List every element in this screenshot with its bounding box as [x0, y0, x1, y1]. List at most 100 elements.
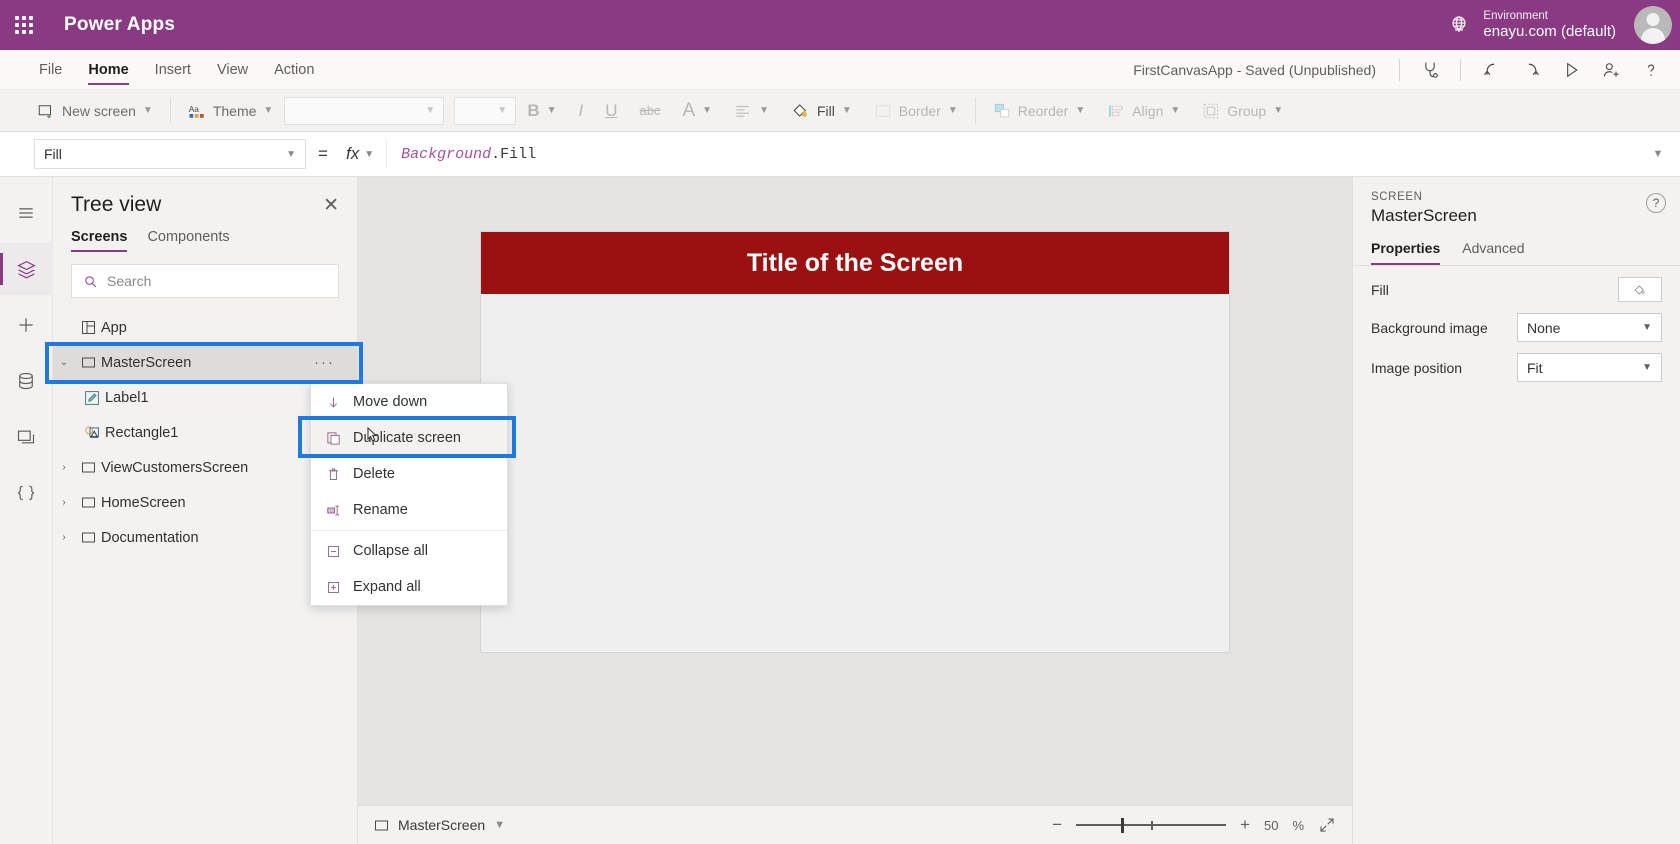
property-label: Image position [1371, 359, 1463, 376]
font-size-select[interactable]: ▼ [454, 96, 517, 125]
context-item-duplicate-screen[interactable]: Duplicate screen [311, 420, 507, 456]
variables-icon[interactable] [0, 467, 53, 519]
bold-button[interactable]: B ▼ [516, 96, 567, 126]
align-group-label: Align [1132, 102, 1164, 119]
search-placeholder: Search [107, 273, 152, 289]
row-more-options-icon[interactable]: ··· [314, 354, 335, 371]
group-button[interactable]: Group ▼ [1191, 96, 1294, 126]
tree-row-masterscreen[interactable]: ⌄ MasterScreen ··· [53, 345, 357, 380]
chevron-down-icon: ▼ [1170, 105, 1181, 116]
menu-bar: File Home Insert View Action FirstCanvas… [0, 50, 1680, 90]
help-icon[interactable]: ? [1646, 193, 1666, 213]
trash-icon [325, 467, 342, 482]
menu-items: File Home Insert View Action [0, 50, 327, 89]
twisty-collapsed-icon[interactable]: › [53, 497, 75, 508]
context-item-delete[interactable]: Delete [311, 456, 507, 492]
app-launcher-icon[interactable] [0, 0, 48, 50]
underline-button[interactable]: U [594, 96, 628, 126]
twisty-collapsed-icon[interactable]: › [53, 532, 75, 543]
align-button[interactable]: ▼ [723, 96, 780, 126]
new-screen-button[interactable]: New screen ▼ [26, 96, 164, 126]
theme-label: Theme [212, 102, 257, 119]
environment-value: enayu.com (default) [1483, 22, 1616, 40]
tab-components[interactable]: Components [147, 223, 229, 254]
menu-item-file[interactable]: File [26, 50, 75, 89]
screen-icon [375, 820, 388, 830]
bold-label: B [527, 100, 540, 120]
tab-advanced[interactable]: Advanced [1462, 240, 1524, 265]
context-item-label: Duplicate screen [353, 430, 461, 446]
tree-row-label: MasterScreen [101, 354, 192, 371]
font-color-button[interactable]: A ▼ [671, 96, 723, 126]
screen-icon [75, 531, 101, 544]
tree-row-label: ViewCustomersScreen [101, 459, 249, 476]
chevron-down-icon[interactable]: ▼ [494, 819, 505, 831]
panel-kicker: SCREEN [1371, 191, 1423, 203]
close-icon[interactable]: ✕ [323, 196, 339, 215]
formula-expand-icon[interactable]: ▼ [1644, 148, 1672, 160]
image-position-select[interactable]: Fit ▼ [1517, 353, 1662, 382]
menu-item-home[interactable]: Home [75, 50, 141, 89]
zoom-in-button[interactable]: + [1240, 815, 1250, 835]
screen-context-menu: Move down Duplicate screen Delete Rename… [310, 383, 508, 606]
context-item-expand-all[interactable]: Expand all [311, 569, 507, 605]
zoom-thumb[interactable] [1121, 817, 1125, 833]
preview-icon[interactable] [1552, 55, 1590, 85]
hamburger-icon[interactable] [0, 187, 53, 239]
fill-button[interactable]: Fill ▼ [780, 96, 863, 126]
underline-label: U [605, 100, 618, 120]
avatar[interactable] [1634, 6, 1672, 44]
context-item-rename[interactable]: Rename [311, 492, 507, 528]
tab-screens[interactable]: Screens [71, 223, 128, 254]
fill-color-button[interactable] [1618, 277, 1662, 302]
share-icon[interactable] [1592, 55, 1630, 85]
twisty-collapsed-icon[interactable]: › [53, 462, 75, 473]
menu-item-view[interactable]: View [204, 50, 261, 89]
brand-title: Power Apps [64, 14, 176, 35]
chevron-down-icon: ▼ [759, 105, 769, 116]
context-item-collapse-all[interactable]: Collapse all [311, 533, 507, 569]
redo-icon[interactable] [1512, 55, 1550, 85]
undo-icon[interactable] [1472, 55, 1510, 85]
theme-button[interactable]: Aa Theme ▼ [177, 96, 284, 126]
chevron-down-icon: ▼ [947, 105, 958, 116]
menu-item-action[interactable]: Action [261, 50, 327, 89]
insert-icon[interactable] [0, 299, 53, 351]
media-icon[interactable] [0, 411, 53, 463]
fill-bucket-icon [1634, 284, 1645, 295]
search-input[interactable]: Search [71, 264, 339, 298]
screen-selector[interactable]: MasterScreen ▼ [374, 817, 505, 833]
tab-properties[interactable]: Properties [1371, 240, 1441, 265]
background-image-select[interactable]: None ▼ [1517, 313, 1662, 342]
chevron-down-icon: ▼ [286, 148, 296, 160]
border-button[interactable]: Border ▼ [863, 96, 969, 126]
app-checker-icon[interactable] [1411, 55, 1449, 85]
zoom-slider[interactable] [1076, 817, 1227, 833]
context-item-move-down[interactable]: Move down [311, 384, 507, 420]
data-icon[interactable] [0, 355, 53, 407]
strikethrough-button[interactable]: abc [629, 96, 672, 126]
tree-view-icon[interactable] [0, 243, 53, 295]
environment-selector[interactable]: Environment enayu.com (default) [1447, 10, 1616, 40]
formula-bar: Fill ▼ = fx ▼ Background .Fill ▼ [0, 132, 1680, 177]
font-family-select[interactable]: ▼ [284, 96, 445, 125]
rename-icon [325, 503, 342, 518]
italic-button[interactable]: I [568, 96, 595, 126]
help-icon[interactable] [1632, 55, 1670, 85]
property-select[interactable]: Fill ▼ [34, 139, 306, 169]
tree-row-app[interactable]: App [53, 310, 357, 345]
chevron-down-icon: ▼ [702, 105, 713, 116]
menu-item-insert[interactable]: Insert [142, 50, 204, 89]
screen-title-banner[interactable]: Title of the Screen [481, 232, 1229, 294]
new-screen-label: New screen [62, 102, 136, 119]
fit-screen-icon[interactable] [1318, 816, 1336, 834]
fx-button[interactable]: fx ▼ [340, 144, 386, 164]
zoom-out-button[interactable]: − [1052, 815, 1062, 835]
app-screen-preview[interactable]: Title of the Screen [481, 232, 1229, 652]
align-objects-icon [1109, 104, 1123, 117]
chevron-down-icon: ▼ [263, 105, 274, 116]
reorder-button[interactable]: Reorder ▼ [982, 96, 1097, 126]
twisty-expanded-icon[interactable]: ⌄ [53, 357, 75, 368]
align-group-button[interactable]: Align ▼ [1096, 96, 1191, 126]
formula-input[interactable]: Background .Fill [386, 139, 1644, 169]
